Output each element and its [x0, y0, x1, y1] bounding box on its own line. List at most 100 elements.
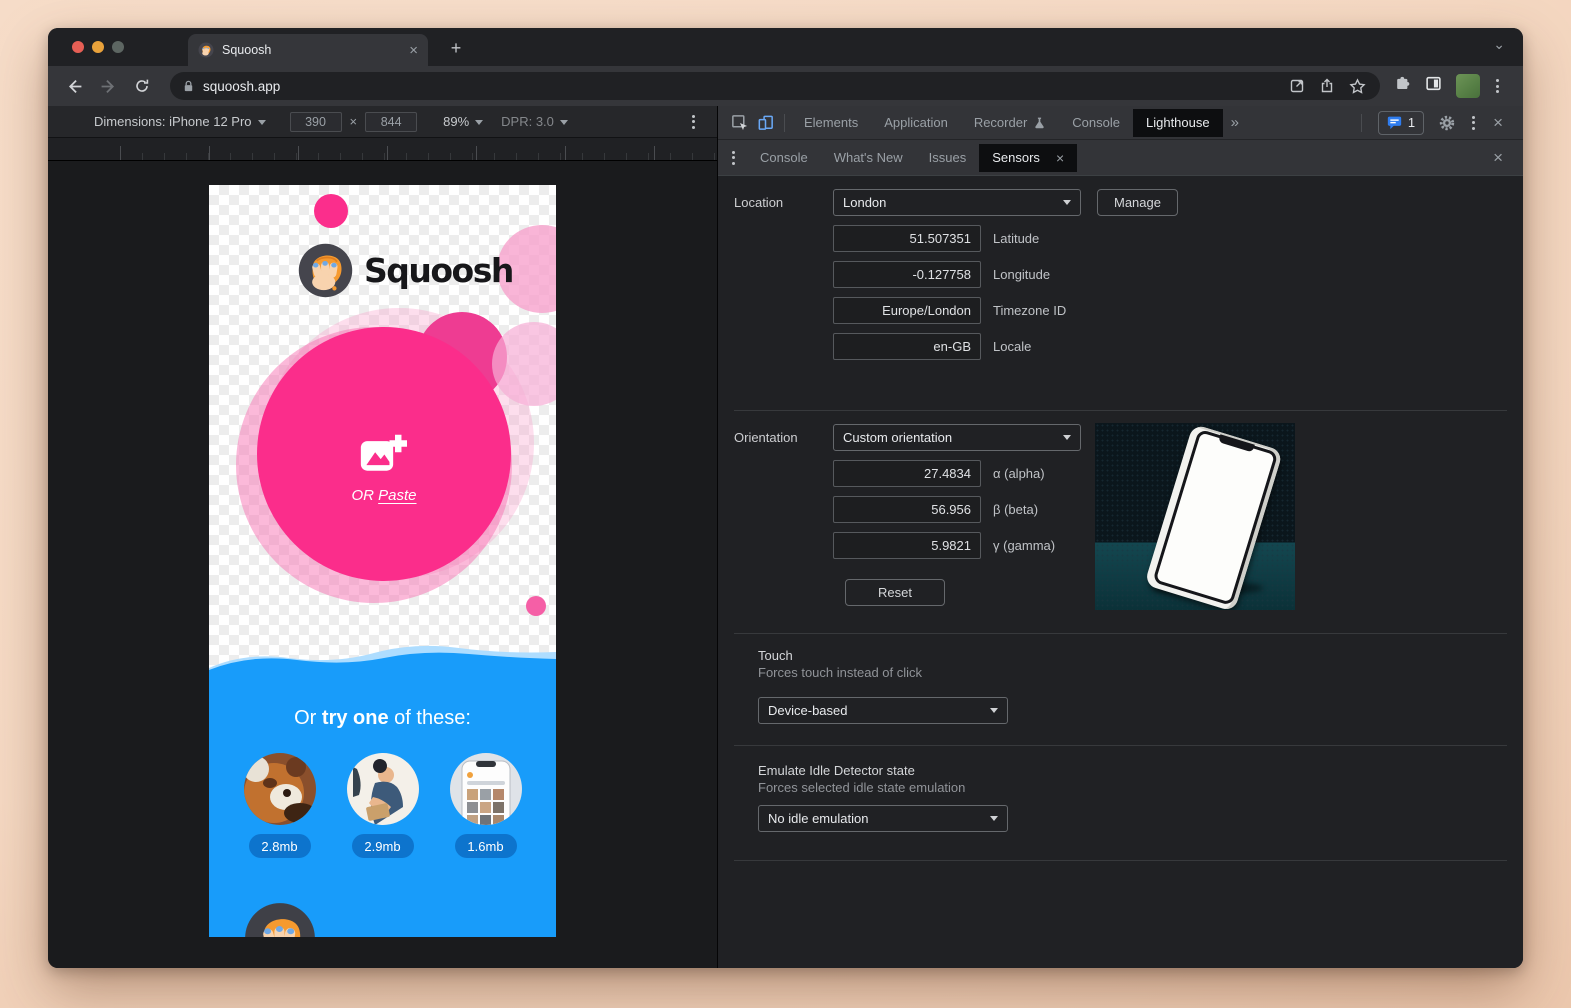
traffic-close-icon[interactable]: [72, 41, 84, 53]
tab-close-icon[interactable]: ×: [409, 43, 418, 58]
tab-application[interactable]: Application: [871, 109, 961, 137]
demo-section: Or try one of these:: [209, 674, 556, 937]
latitude-input[interactable]: [833, 225, 981, 252]
back-button[interactable]: [60, 72, 88, 100]
beta-input[interactable]: [833, 496, 981, 523]
drawer-tab-whats-new[interactable]: What's New: [821, 144, 916, 172]
dpr-dropdown[interactable]: DPR: 3.0: [501, 114, 568, 129]
touch-title: Touch: [758, 648, 1008, 663]
beta-label: β (beta): [993, 502, 1038, 517]
drawer-tab-issues[interactable]: Issues: [916, 144, 980, 172]
gamma-input[interactable]: [833, 532, 981, 559]
tab-lighthouse[interactable]: Lighthouse: [1133, 109, 1223, 137]
add-image-icon[interactable]: [359, 431, 407, 479]
device-toolbar-kebab-icon[interactable]: [690, 113, 697, 131]
timezone-label: Timezone ID: [993, 303, 1066, 318]
bookmark-star-icon[interactable]: [1346, 75, 1368, 97]
or-paste-line: OR Paste: [257, 487, 511, 504]
flask-icon: [1033, 116, 1046, 129]
profile-avatar[interactable]: [1456, 74, 1480, 98]
tab-recorder[interactable]: Recorder: [961, 109, 1059, 137]
tab-elements[interactable]: Elements: [791, 109, 871, 137]
idle-select[interactable]: No idle emulation: [758, 805, 1008, 832]
devtools-menu-kebab-icon[interactable]: [1470, 114, 1477, 132]
squoosh-wordmark: Squoosh: [364, 251, 513, 290]
share-icon[interactable]: [1316, 75, 1338, 97]
extensions-puzzle-icon[interactable]: [1394, 75, 1411, 97]
pink-dot-blob: [314, 194, 348, 228]
section-divider: [734, 410, 1507, 411]
locale-input[interactable]: [833, 333, 981, 360]
sample-size-badge: 2.8mb: [249, 834, 311, 858]
open-in-window-icon[interactable]: [1286, 75, 1308, 97]
address-bar[interactable]: squoosh.app: [170, 72, 1380, 100]
orientation-preset-select[interactable]: Custom orientation: [833, 424, 1081, 451]
illustration-artwork: [347, 753, 419, 825]
section-divider: [734, 860, 1507, 861]
forward-button[interactable]: [94, 72, 122, 100]
device-height-input[interactable]: 844: [365, 112, 417, 132]
sample-phone-screenshot[interactable]: 1.6mb: [450, 753, 522, 858]
feedback-count: 1: [1408, 115, 1415, 130]
browser-tab[interactable]: Squoosh ×: [188, 34, 428, 66]
device-toolbar-toggle-icon[interactable]: [752, 110, 778, 136]
tab-title: Squoosh: [222, 43, 401, 57]
device-dimensions-dropdown[interactable]: Dimensions: iPhone 12 Pro: [94, 114, 266, 129]
new-tab-button[interactable]: +: [444, 38, 468, 59]
url-text: squoosh.app: [203, 79, 1278, 94]
timezone-input[interactable]: [833, 297, 981, 324]
reset-orientation-button[interactable]: Reset: [845, 579, 945, 606]
squoosh-hand-orange-icon: [297, 242, 354, 299]
traffic-zoom-icon[interactable]: [112, 41, 124, 53]
lock-icon: [182, 79, 195, 93]
window-controls: [72, 41, 124, 53]
tab-strip: Squoosh × + ⌄: [48, 28, 1523, 66]
reload-button[interactable]: [128, 72, 156, 100]
idle-detector-section: Emulate Idle Detector state Forces selec…: [758, 763, 1008, 832]
device-width-input[interactable]: 390: [290, 112, 342, 132]
devtools-close-icon[interactable]: ×: [1487, 113, 1509, 133]
orientation-section: Orientation Custom orientation α (alpha)…: [734, 424, 1081, 606]
paste-link[interactable]: Paste: [378, 487, 416, 504]
alpha-input[interactable]: [833, 460, 981, 487]
more-tabs-icon[interactable]: »: [1223, 114, 1247, 131]
settings-gear-icon[interactable]: [1434, 110, 1460, 136]
try-one-heading: Or try one of these:: [209, 707, 556, 730]
issues-feedback-button[interactable]: 1: [1378, 111, 1424, 135]
location-label: Location: [734, 189, 833, 210]
sample-size-badge: 2.9mb: [352, 834, 414, 858]
inspect-element-icon[interactable]: [726, 110, 752, 136]
red-panda-photo: [244, 753, 316, 825]
orientation-label: Orientation: [734, 424, 833, 445]
tab-overflow-chevron-icon[interactable]: ⌄: [1493, 36, 1505, 53]
touch-select[interactable]: Device-based: [758, 697, 1008, 724]
tab-console[interactable]: Console: [1059, 109, 1133, 137]
browser-window: Squoosh × + ⌄ squoosh.app: [48, 28, 1523, 968]
zoom-dropdown[interactable]: 89%: [443, 114, 483, 129]
side-panel-icon[interactable]: [1425, 75, 1442, 97]
drawer-tab-sensors[interactable]: Sensors ×: [979, 144, 1077, 172]
devtools-toolbar: Elements Application Recorder Console Li…: [718, 106, 1523, 140]
close-sensors-tab-icon[interactable]: ×: [1056, 150, 1064, 166]
longitude-input[interactable]: [833, 261, 981, 288]
traffic-minimize-icon[interactable]: [92, 41, 104, 53]
location-preset-select[interactable]: London: [833, 189, 1081, 216]
orientation-phone-preview[interactable]: [1095, 423, 1295, 610]
device-emulation-pane: Dimensions: iPhone 12 Pro 390 × 844 89% …: [48, 106, 718, 968]
drawer-tab-bar: Console What's New Issues Sensors × ×: [718, 140, 1523, 176]
latitude-label: Latitude: [993, 231, 1039, 246]
drawer-tab-console[interactable]: Console: [747, 144, 821, 172]
drawer-kebab-icon[interactable]: [730, 149, 737, 167]
idle-title: Emulate Idle Detector state: [758, 763, 1008, 778]
sample-red-panda[interactable]: 2.8mb: [244, 753, 316, 858]
section-divider: [734, 633, 1507, 634]
dimension-separator: ×: [350, 114, 358, 129]
sample-illustration[interactable]: 2.9mb: [347, 753, 419, 858]
browser-menu-kebab-icon[interactable]: [1494, 77, 1501, 95]
alpha-label: α (alpha): [993, 466, 1045, 481]
toolbar-separator: [1361, 114, 1362, 132]
touch-subtitle: Forces touch instead of click: [758, 665, 1008, 680]
drawer-close-icon[interactable]: ×: [1487, 148, 1509, 168]
section-divider: [734, 745, 1507, 746]
manage-locations-button[interactable]: Manage: [1097, 189, 1178, 216]
